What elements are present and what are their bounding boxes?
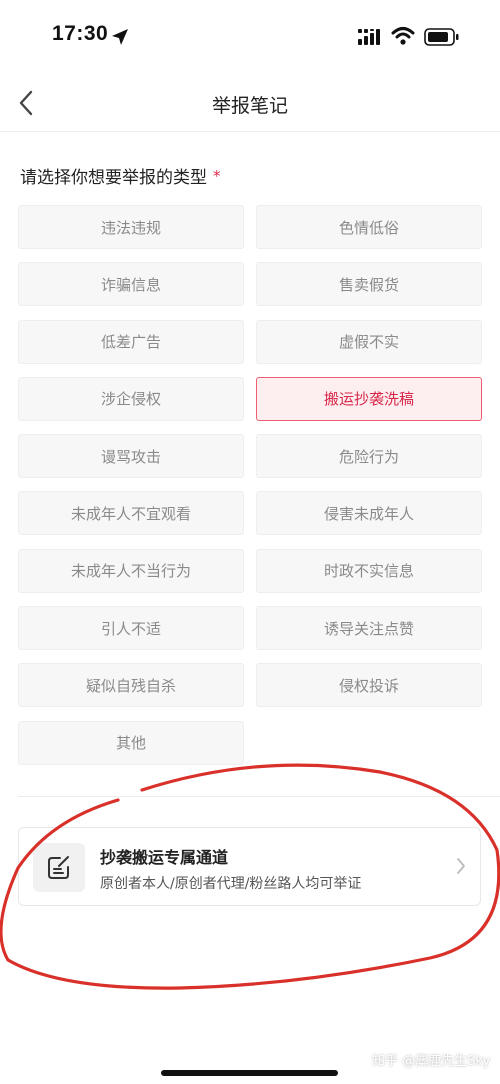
report-option[interactable]: 未成年人不当行为 bbox=[18, 548, 244, 593]
channel-subtitle: 原创者本人/原创者代理/粉丝路人均可举证 bbox=[100, 876, 362, 892]
status-time: 17:30 bbox=[52, 22, 109, 45]
report-option[interactable]: 诱导关注点赞 bbox=[256, 606, 482, 651]
report-type-heading-text: 请选择你想要举报的类型 bbox=[20, 168, 207, 188]
watermark: 知乎 @麋鹿先生Sky bbox=[372, 1054, 491, 1069]
report-option[interactable]: 虚假不实 bbox=[256, 319, 482, 364]
divider bbox=[18, 796, 500, 797]
report-option[interactable]: 未成年人不宜观看 bbox=[18, 491, 244, 536]
report-option[interactable]: 售卖假货 bbox=[256, 262, 482, 307]
wifi-icon bbox=[391, 26, 415, 50]
battery-icon bbox=[424, 28, 460, 50]
report-option[interactable]: 其他 bbox=[18, 720, 244, 765]
report-option[interactable]: 违法违规 bbox=[18, 205, 244, 249]
edit-note-icon bbox=[33, 843, 85, 892]
report-option[interactable]: 色情低俗 bbox=[256, 205, 482, 249]
required-mark: * bbox=[213, 167, 221, 185]
report-option[interactable]: 谩骂攻击 bbox=[18, 434, 244, 479]
report-option[interactable]: 侵权投诉 bbox=[256, 663, 482, 708]
channel-title: 抄袭搬运专属通道 bbox=[100, 848, 229, 867]
report-option[interactable]: 侵害未成年人 bbox=[256, 491, 482, 536]
report-option[interactable]: 低差广告 bbox=[18, 319, 244, 364]
report-option[interactable]: 疑似自残自杀 bbox=[18, 663, 244, 708]
report-option[interactable]: 引人不适 bbox=[18, 606, 244, 651]
nav-bar: 举报笔记 bbox=[0, 74, 500, 132]
plagiarism-channel-card[interactable]: 抄袭搬运专属通道 原创者本人/原创者代理/粉丝路人均可举证 bbox=[18, 827, 481, 906]
location-arrow-icon bbox=[110, 27, 130, 51]
report-option[interactable]: 危险行为 bbox=[256, 434, 482, 479]
report-option[interactable]: 诈骗信息 bbox=[18, 262, 244, 307]
home-indicator bbox=[161, 1070, 338, 1076]
report-option[interactable]: 时政不实信息 bbox=[256, 548, 482, 593]
report-option-selected[interactable]: 搬运抄袭洗稿 bbox=[256, 376, 482, 421]
cellular-signal-icon bbox=[358, 29, 382, 49]
page-title: 举报笔记 bbox=[211, 95, 288, 117]
chevron-right-icon bbox=[456, 857, 466, 879]
report-option[interactable]: 涉企侵权 bbox=[18, 376, 244, 421]
report-type-heading: 请选择你想要举报的类型 * bbox=[20, 163, 221, 188]
status-bar: 17:30 bbox=[0, 0, 500, 74]
report-type-grid: 违法违规 色情低俗 诈骗信息 售卖假货 低差广告 虚假不实 涉企侵权 搬运抄袭洗… bbox=[18, 205, 482, 765]
